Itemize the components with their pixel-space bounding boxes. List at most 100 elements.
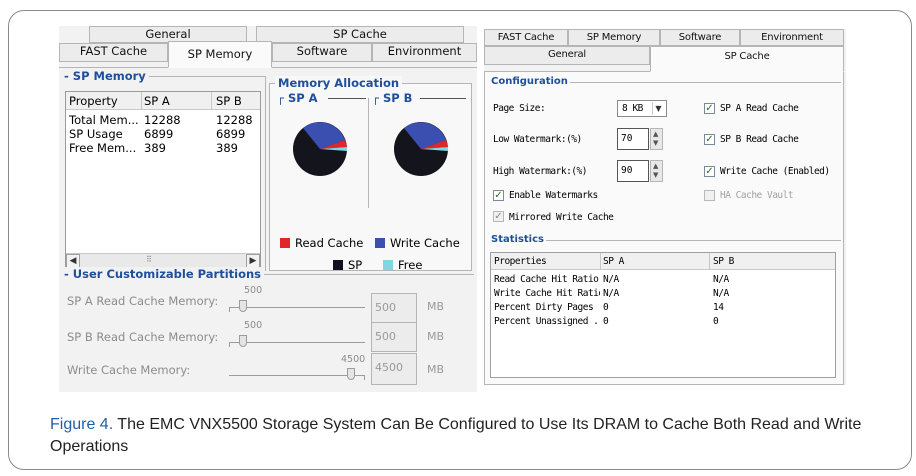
tab-software[interactable]: Software	[272, 43, 372, 62]
table-cell: N/A	[603, 288, 619, 299]
sp-b-read-cache-track	[229, 342, 365, 343]
table-cell: N/A	[713, 274, 729, 285]
table-cell: Percent Dirty Pages	[494, 302, 594, 313]
sp-a-read-cache-slider[interactable]	[238, 300, 247, 312]
sp-memory-table: Property SP A SP B Total Mem... 12288 12…	[65, 91, 261, 269]
group-border	[328, 98, 366, 99]
sp-b-read-cache-value[interactable]: 500	[371, 322, 417, 352]
group-border	[265, 76, 266, 271]
slider-value-label: 500	[244, 320, 263, 331]
figure-caption-text: The EMC VNX5500 Storage System Can Be Co…	[50, 416, 862, 455]
spin-down-icon[interactable]: ▼	[653, 139, 658, 147]
sp-b-read-cache-checkbox[interactable]: ✓	[704, 134, 715, 145]
low-watermark-value[interactable]: 70	[617, 128, 649, 150]
table-cell: Total Mem...	[69, 113, 139, 127]
column-header-sp-a[interactable]: SP A	[144, 94, 170, 108]
sp-b-read-cache-slider[interactable]	[238, 335, 247, 347]
group-border	[420, 98, 466, 99]
slider-tick	[364, 376, 365, 380]
tab-sp-cache[interactable]: SP Cache	[650, 46, 844, 72]
tab-fast-cache[interactable]: FAST Cache	[484, 29, 568, 46]
page-size-select[interactable]: 8 KB ▼	[617, 100, 667, 117]
left-properties-dialog: General SP Cache FAST Cache SP Memory So…	[59, 26, 477, 392]
table-cell: 6899	[216, 127, 246, 141]
tab-sp-cache[interactable]: SP Cache	[256, 26, 464, 43]
write-cache-label: Write Cache (Enabled)	[720, 166, 830, 177]
memory-allocation-group: Memory Allocation ┌ SP A ┌ SP B Read Cac…	[269, 76, 472, 272]
legend-sp-label: SP	[348, 258, 363, 272]
sp-memory-group-title: - SP Memory	[61, 69, 149, 83]
slider-tick	[229, 343, 230, 347]
sp-b-pie-chart	[394, 122, 449, 176]
spin-down-icon[interactable]: ▼	[653, 171, 658, 179]
table-cell: 6899	[144, 127, 174, 141]
high-watermark-spinner[interactable]: 90 ▲ ▼	[617, 160, 663, 182]
column-header-property[interactable]: Property	[69, 94, 118, 108]
column-header-sp-b[interactable]: SP B	[216, 94, 242, 108]
tab-software[interactable]: Software	[660, 29, 740, 46]
tab-environment[interactable]: Environment	[372, 43, 477, 62]
sp-a-read-cache-label: SP A Read Cache	[720, 103, 799, 114]
spinner-buttons[interactable]: ▲ ▼	[650, 128, 663, 150]
tab-sp-memory[interactable]: SP Memory	[168, 41, 272, 68]
mirrored-write-cache-label: Mirrored Write Cache	[509, 212, 614, 223]
tab-sp-memory[interactable]: SP Memory	[568, 29, 660, 46]
page-size-label: Page Size:	[493, 103, 546, 114]
legend-free-label: Free	[398, 258, 423, 272]
sp-cache-panel: Configuration Page Size: 8 KB ▼ Low Wate…	[484, 71, 844, 385]
chevron-down-icon[interactable]: ▼	[652, 102, 664, 115]
table-cell: 12288	[216, 113, 253, 127]
write-cache-memory-value[interactable]: 4500	[371, 353, 417, 385]
statistics-title: Statistics	[489, 234, 546, 245]
horizontal-scrollbar[interactable]: ◀ ⠿ ▶	[66, 253, 260, 268]
spin-up-icon[interactable]: ▲	[653, 130, 658, 138]
legend-read-cache-swatch	[280, 238, 290, 248]
write-cache-memory-label: Write Cache Memory:	[67, 363, 191, 377]
high-watermark-value[interactable]: 90	[617, 160, 649, 182]
sp-a-read-cache-track	[229, 307, 365, 308]
enable-watermarks-checkbox[interactable]: ✓	[493, 190, 504, 201]
scroll-grip-icon[interactable]: ⠿	[146, 255, 152, 264]
table-cell: SP Usage	[69, 127, 123, 141]
tab-general[interactable]: General	[484, 46, 650, 65]
sp-a-read-cache-value[interactable]: 500	[371, 293, 417, 323]
enable-watermarks-label: Enable Watermarks	[509, 190, 598, 201]
spinner-buttons[interactable]: ▲ ▼	[650, 160, 663, 182]
memory-allocation-title: Memory Allocation	[275, 76, 403, 90]
legend-free-swatch	[383, 260, 393, 270]
unit-label: MB	[427, 363, 445, 376]
statistics-table: Properties SP A SP B Read Cache Hit Rati…	[490, 252, 836, 378]
write-cache-memory-slider[interactable]	[347, 368, 356, 380]
column-header-sp-a[interactable]: SP A	[603, 256, 624, 267]
table-cell: N/A	[603, 274, 619, 285]
legend-write-cache-swatch	[375, 238, 385, 248]
slider-tick	[229, 308, 230, 312]
tab-environment[interactable]: Environment	[740, 29, 844, 46]
write-cache-memory-track	[229, 375, 365, 376]
high-watermark-label: High Watermark:(%)	[493, 166, 587, 177]
group-border	[368, 98, 369, 208]
figure-caption: Figure 4. The EMC VNX5500 Storage System…	[50, 414, 870, 458]
column-header-properties[interactable]: Properties	[494, 256, 547, 267]
partitions-group-title: - User Customizable Partitions	[61, 267, 265, 281]
column-separator	[141, 92, 142, 110]
low-watermark-spinner[interactable]: 70 ▲ ▼	[617, 128, 663, 150]
column-separator	[600, 253, 601, 270]
legend-sp-swatch	[333, 260, 343, 270]
scroll-right-icon[interactable]: ▶	[246, 254, 260, 268]
slider-value-label: 500	[244, 285, 263, 296]
figure-label: Figure 4.	[50, 416, 114, 433]
write-cache-checkbox[interactable]: ✓	[704, 166, 715, 177]
tab-fast-cache[interactable]: FAST Cache	[59, 43, 168, 62]
column-header-sp-b[interactable]: SP B	[713, 256, 734, 267]
table-cell: 0	[713, 316, 719, 327]
page-size-value: 8 KB	[622, 103, 643, 114]
sp-b-label: ┌ SP B	[369, 91, 416, 105]
sp-b-read-cache-label: SP B Read Cache Memory:	[67, 330, 219, 344]
spin-up-icon[interactable]: ▲	[653, 162, 658, 170]
scroll-left-icon[interactable]: ◀	[66, 254, 80, 268]
table-cell: N/A	[713, 288, 729, 299]
sp-a-read-cache-checkbox[interactable]: ✓	[704, 103, 715, 114]
mirrored-write-cache-checkbox[interactable]: ✓	[493, 211, 504, 222]
ha-cache-vault-checkbox[interactable]	[704, 190, 715, 201]
